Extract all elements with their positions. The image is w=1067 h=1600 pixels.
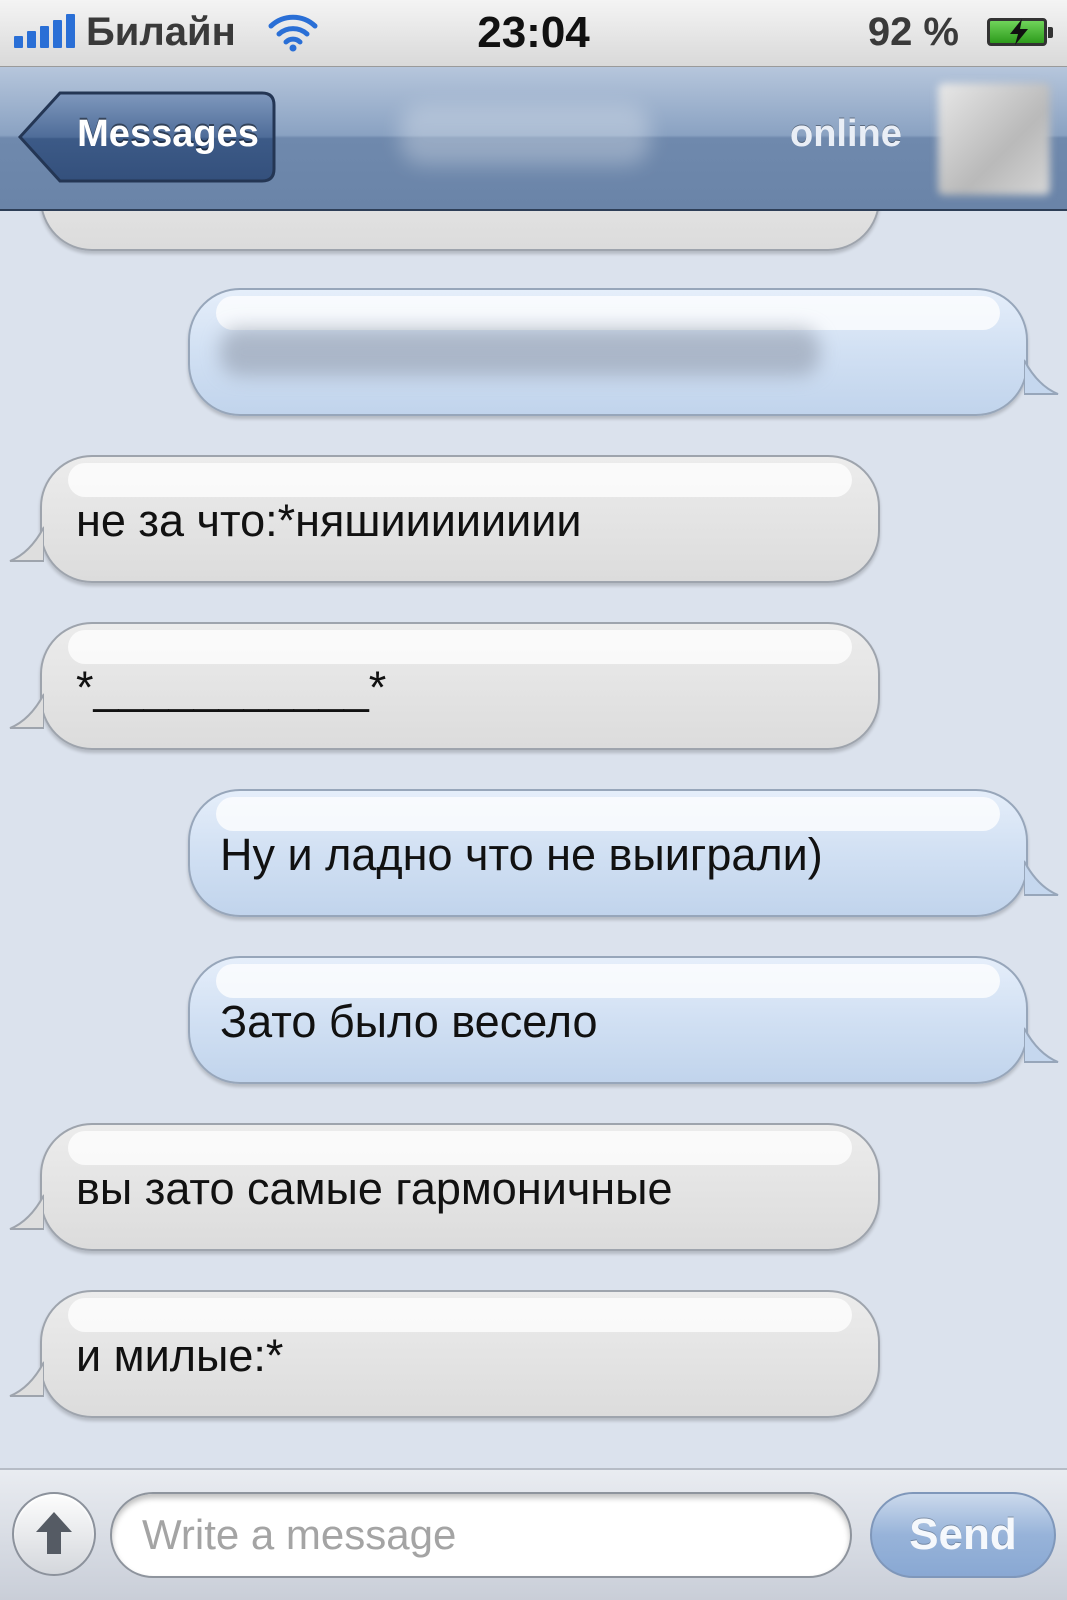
message-text: Ну и ладно что не выиграли): [220, 829, 823, 880]
contact-status: online: [790, 113, 902, 155]
message-bubble-outgoing[interactable]: Ну и ладно что не выиграли): [188, 789, 1059, 917]
conversation-nav-bar: Messages online: [0, 67, 1067, 211]
message-text: *___________*: [76, 662, 387, 713]
message-bubble-outgoing[interactable]: Зато было весело: [188, 956, 1059, 1084]
bubble-tail: [9, 1361, 44, 1397]
contact-name-blurred: [400, 105, 650, 165]
message-bubble-incoming[interactable]: не за что:*няшииииииии: [9, 455, 880, 583]
status-bar: Билайн 23:04 92 %: [0, 0, 1067, 67]
bubble-tail: [9, 1194, 44, 1230]
bubble-tail: [9, 526, 44, 562]
message-text: [42, 211, 76, 214]
bubble-tail: [9, 693, 44, 729]
composer-bar: Send: [0, 1468, 1067, 1600]
message-input[interactable]: [110, 1492, 852, 1578]
bubble-tail: [1024, 860, 1059, 896]
message-bubble-incoming[interactable]: и милые:*: [9, 1290, 880, 1418]
message-text: и милые:*: [76, 1330, 284, 1381]
message-text: вы зато самые гармоничные: [76, 1163, 673, 1214]
contact-photo[interactable]: [938, 83, 1050, 195]
send-button[interactable]: Send: [870, 1492, 1056, 1578]
back-button-label: Messages: [77, 113, 259, 155]
bubble-tail: [1024, 1027, 1059, 1063]
message-text: Зато было весело: [220, 996, 598, 1047]
message-bubble-incoming[interactable]: [40, 211, 880, 251]
message-bubble-outgoing[interactable]: [188, 288, 1059, 416]
battery-charging-icon: [987, 18, 1053, 46]
message-text-blurred: [220, 328, 820, 376]
bubble-tail: [1024, 359, 1059, 395]
message-text: не за что:*няшииииииии: [76, 495, 582, 546]
message-bubble-incoming[interactable]: *___________*: [9, 622, 880, 750]
battery-percent: 92 %: [867, 10, 959, 54]
message-list[interactable]: не за что:*няшииииииии *___________* Ну …: [0, 211, 1067, 1468]
message-bubble-incoming[interactable]: вы зато самые гармоничные: [9, 1123, 880, 1251]
camera-upload-button[interactable]: [12, 1492, 96, 1576]
camera-upload-icon: [36, 1512, 72, 1554]
